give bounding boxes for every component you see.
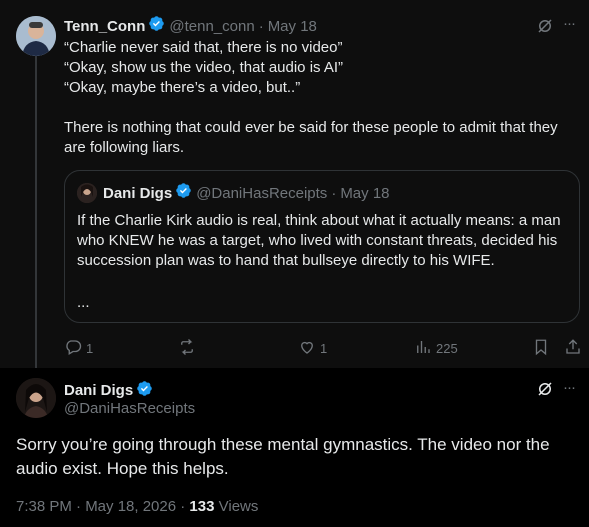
grok-icon[interactable]	[536, 380, 554, 403]
verified-badge-icon	[175, 182, 192, 204]
verified-badge-icon	[136, 380, 153, 401]
grok-icon[interactable]	[536, 17, 554, 40]
reply-actions-bar: 1 1 225	[64, 338, 580, 358]
tweet-timestamp[interactable]: 7:38 PM · May 18, 2026 ·	[16, 498, 185, 515]
view-count: 225	[436, 341, 458, 356]
views-label: Views	[218, 498, 259, 515]
like-count: 1	[320, 341, 328, 356]
reply-count: 1	[86, 341, 94, 356]
more-icon[interactable]: ···	[563, 15, 576, 32]
avatar-image	[16, 378, 56, 418]
share-button[interactable]	[564, 338, 582, 359]
quote-ellipsis: ...	[77, 294, 90, 311]
like-button[interactable]: 1	[298, 338, 327, 359]
quoted-tweet[interactable]: Dani Digs @DaniHasReceipts · May 18 If t…	[64, 170, 580, 323]
views-count: 133	[189, 498, 215, 515]
main-tweet-text: Sorry you’re going through these mental …	[16, 435, 550, 478]
bookmark-button[interactable]	[532, 338, 550, 359]
reply-date[interactable]: May 18	[268, 18, 317, 35]
thread-connector-line	[35, 56, 37, 368]
quote-header: Dani Digs @DaniHasReceipts · May 18	[103, 183, 390, 203]
like-icon	[298, 338, 316, 359]
main-author-handle[interactable]: @DaniHasReceipts	[64, 400, 195, 417]
reply-icon	[64, 338, 82, 359]
reply-author-name[interactable]: Tenn_Conn	[64, 18, 145, 35]
views-button[interactable]: 225	[414, 338, 458, 359]
separator-dot: ·	[331, 184, 337, 202]
main-tweet-meta: 7:38 PM · May 18, 2026 · 133 Views	[16, 498, 258, 515]
more-icon[interactable]: ···	[563, 379, 576, 396]
separator-dot: ·	[258, 17, 264, 35]
quote-author-avatar	[77, 183, 97, 203]
main-author-name-row: Dani Digs	[64, 380, 153, 401]
reply-author-handle[interactable]: @tenn_conn	[169, 18, 254, 35]
avatar-image	[16, 16, 56, 56]
reply-header: Tenn_Conn @tenn_conn · May 18	[64, 16, 317, 36]
retweet-button[interactable]	[178, 338, 200, 359]
views-icon	[414, 338, 432, 359]
quote-author-handle: @DaniHasReceipts	[196, 184, 328, 202]
main-author-name[interactable]: Dani Digs	[64, 382, 133, 399]
bookmark-icon	[532, 338, 550, 359]
quote-text: If the Charlie Kirk audio is real, think…	[77, 212, 561, 269]
reply-button[interactable]: 1	[64, 338, 93, 359]
quote-author-name: Dani Digs	[103, 184, 173, 202]
main-author-avatar[interactable]	[16, 378, 56, 418]
verified-badge-icon	[148, 15, 165, 37]
share-icon	[564, 338, 582, 359]
quote-date: May 18	[340, 184, 390, 202]
reply-text: “Charlie never said that, there is no vi…	[64, 39, 558, 156]
retweet-icon	[178, 338, 196, 359]
reply-author-avatar[interactable]	[16, 16, 56, 56]
